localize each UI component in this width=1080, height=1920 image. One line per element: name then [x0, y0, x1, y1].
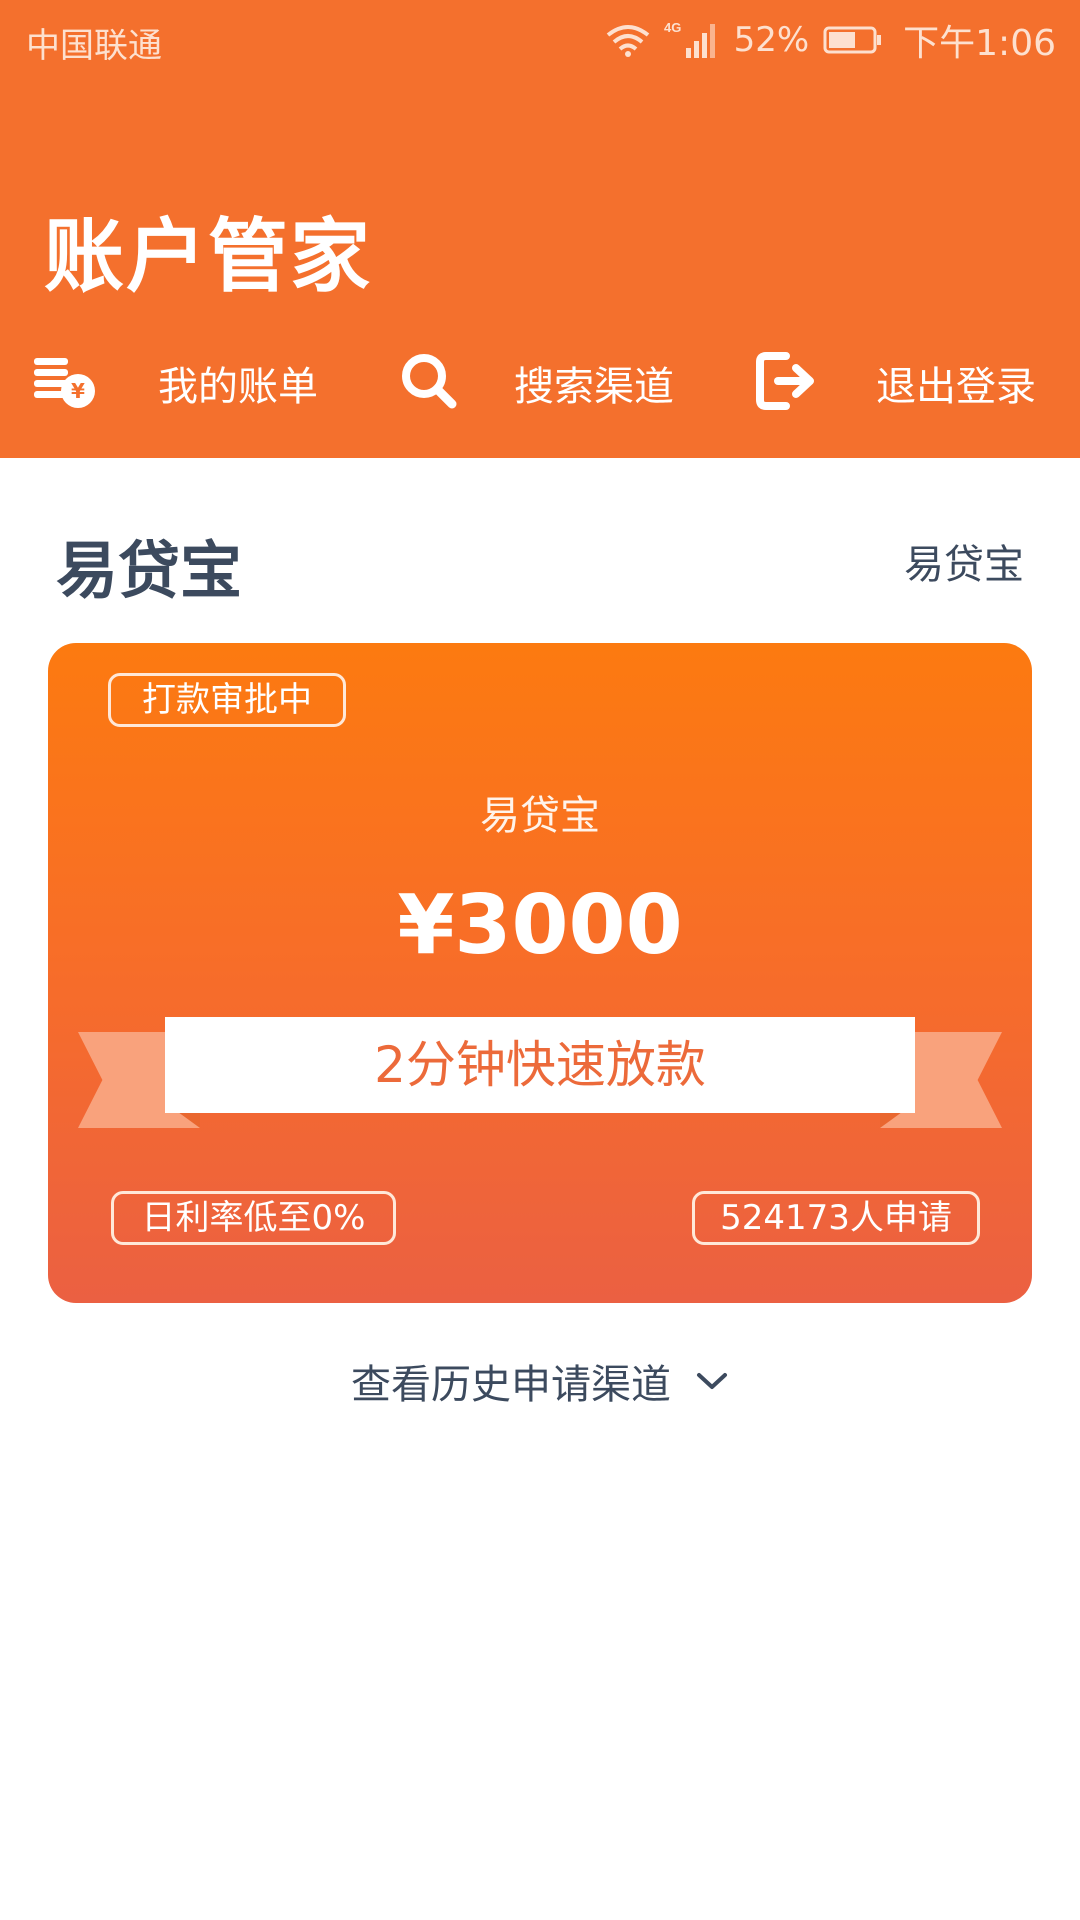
status-bar: 中国联通 4G 52% 下午1:06 [0, 0, 1080, 76]
battery-icon [823, 26, 882, 54]
carrier-name: 中国联通 [26, 26, 162, 66]
cellular-signal-icon: 4G [664, 20, 715, 58]
chevron-down-icon [697, 1373, 727, 1389]
battery-percent: 52% [733, 20, 810, 60]
history-toggle[interactable]: 查看历史申请渠道 [0, 1352, 1080, 1410]
nav-search-channels[interactable]: 搜索渠道 [514, 354, 674, 412]
status-indicators: 4G 52% 下午1:06 [606, 14, 1056, 66]
ribbon-banner: 2分钟快速放款 [165, 1017, 915, 1113]
app-header: 中国联通 4G 52% 下午1:06 账户管家 ¥ 我的账单 搜索渠道 退出登录 [0, 0, 1080, 458]
network-type-label: 4G [664, 20, 681, 35]
section-right-label[interactable]: 易贷宝 [904, 532, 1024, 590]
status-badge: 打款审批中 [108, 673, 346, 727]
clock: 下午1:06 [903, 23, 1056, 64]
section-title: 易贷宝 [56, 534, 243, 607]
applicants-badge: 524173人申请 [692, 1191, 980, 1245]
history-label: 查看历史申请渠道 [351, 1362, 671, 1408]
coins-icon[interactable]: ¥ [30, 346, 100, 416]
nav-logout[interactable]: 退出登录 [876, 354, 1036, 412]
product-name: 易贷宝 [480, 793, 600, 839]
svg-text:¥: ¥ [71, 379, 85, 403]
loan-product-card[interactable]: 打款审批中 易贷宝 ¥3000 2分钟快速放款 日利率低至0% 524173人申… [48, 643, 1032, 1303]
loan-amount: ¥3000 [397, 878, 683, 973]
header-nav: ¥ 我的账单 搜索渠道 退出登录 [0, 340, 1080, 420]
nav-my-bills[interactable]: 我的账单 [158, 354, 318, 412]
rate-badge: 日利率低至0% [111, 1191, 396, 1245]
search-icon[interactable] [394, 346, 464, 416]
wifi-icon [606, 25, 649, 57]
page-title: 账户管家 [44, 210, 372, 303]
logout-icon[interactable] [752, 346, 822, 416]
